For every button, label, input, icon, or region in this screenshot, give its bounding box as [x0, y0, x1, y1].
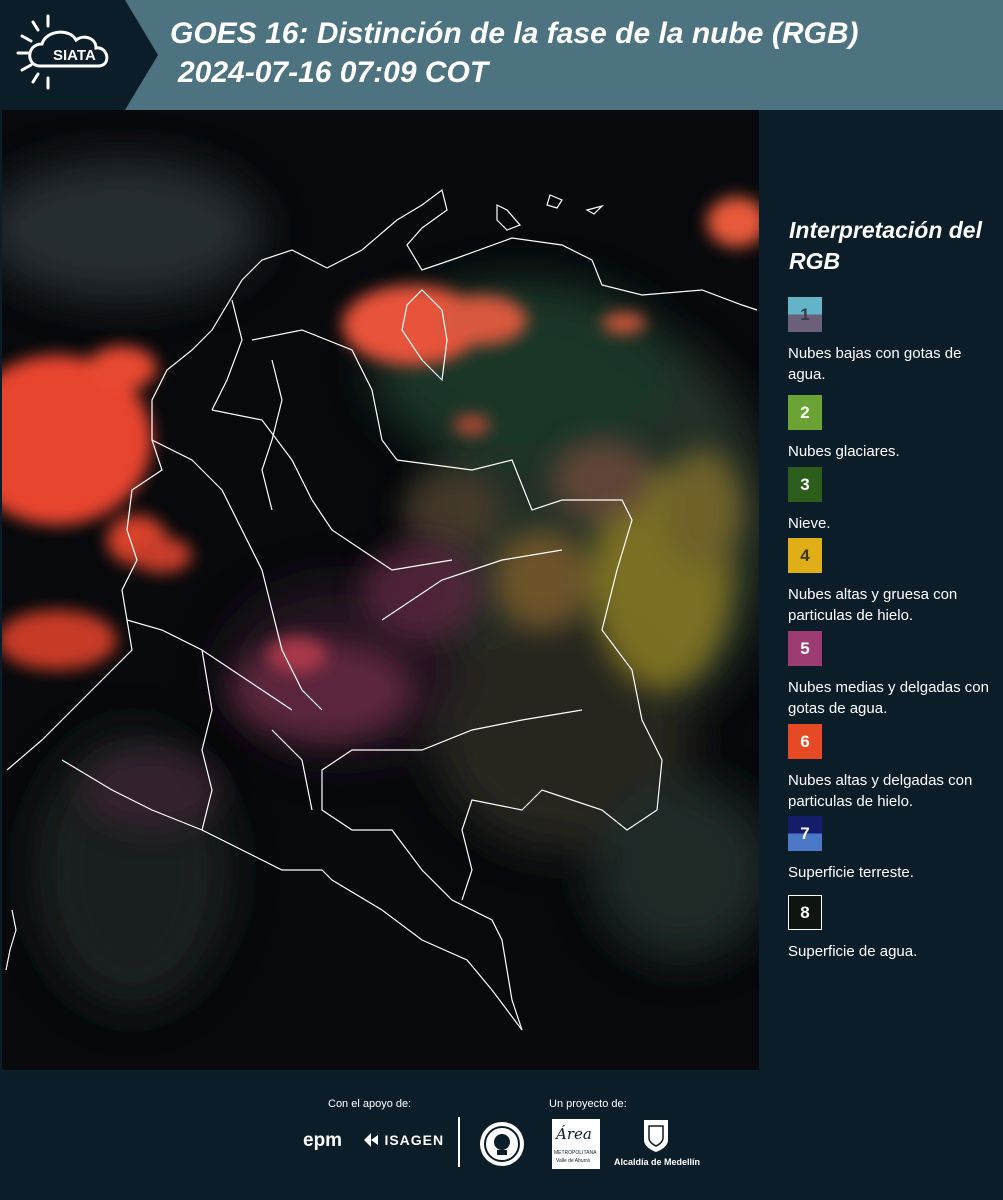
- legend-swatch-2: 2: [788, 395, 822, 430]
- area-logo-sub: METROPOLITANA: [554, 1150, 597, 1156]
- siata-logo-text: SIATA: [53, 47, 96, 64]
- legend-label: Nubes glaciares.: [788, 443, 900, 460]
- isagen-icon: [364, 1133, 378, 1147]
- legend-label: Nubes altas y gruesa con particulas de h…: [788, 586, 958, 624]
- alcaldia-shield-icon: [644, 1120, 668, 1152]
- legend-number: 3: [800, 475, 810, 494]
- header-bar: SIATA GOES 16: Distinción de la fase de …: [0, 0, 1003, 110]
- timestamp: 2024-07-16 07:09 COT: [178, 56, 489, 89]
- legend-swatch-1: 1: [788, 297, 822, 332]
- page-title: GOES 16: Distinción de la fase de la nub…: [170, 17, 859, 50]
- legend-swatch-8: 8: [788, 895, 822, 930]
- legend-label: Superficie de agua.: [788, 943, 918, 960]
- legend-number: 8: [800, 903, 810, 922]
- footer: Con el apoyo de: Un proyecto de: epm ISA…: [0, 1070, 1003, 1200]
- legend-number: 1: [800, 305, 810, 324]
- legend-number: 4: [800, 546, 810, 565]
- legend-number: 7: [800, 824, 810, 843]
- siata-logo: SIATA: [0, 0, 160, 110]
- seal-icon: [480, 1122, 524, 1166]
- isagen-logo-text: ISAGEN: [384, 1132, 445, 1148]
- epm-logo: epm: [303, 1130, 342, 1152]
- seal-logo: [478, 1120, 526, 1173]
- legend-swatch-6: 6: [788, 724, 822, 759]
- legend-label: Nubes medias y delgadas con gotas de agu…: [788, 679, 989, 717]
- legend-swatch-7: 7: [788, 816, 822, 851]
- legend-panel: Interpretación del RGB 1 Nubes bajas con …: [760, 110, 1003, 1070]
- legend-label: Superficie terreste.: [788, 864, 914, 881]
- legend-swatch-5: 5: [788, 631, 822, 666]
- area-metropolitana-logo: Área METROPOLITANA Valle de Aburrá: [552, 1119, 600, 1169]
- isagen-logo: ISAGEN: [362, 1131, 444, 1149]
- area-logo-text: Área: [556, 1125, 592, 1143]
- support-label: Con el apoyo de:: [328, 1098, 412, 1110]
- legend-label: Nubes bajas con gotas de agua.: [788, 345, 962, 383]
- legend-title: Interpretación del RGB: [789, 217, 982, 274]
- alcaldia-logo: Alcaldía de Medellín: [612, 1118, 702, 1167]
- legend-number: 6: [800, 732, 810, 751]
- project-label: Un proyecto de:: [549, 1098, 627, 1110]
- footer-separator: [458, 1117, 460, 1167]
- legend-label: Nieve.: [788, 515, 831, 532]
- legend-swatch-4: 4: [788, 538, 822, 573]
- satellite-map: [2, 110, 759, 1070]
- epm-logo-text: epm: [303, 1130, 343, 1151]
- area-logo-sub2: Valle de Aburrá: [556, 1158, 590, 1164]
- legend-label: Nubes altas y delgadas con particulas de…: [788, 772, 973, 810]
- legend-number: 5: [800, 639, 810, 658]
- legend-swatch-3: 3: [788, 467, 822, 502]
- legend-number: 2: [800, 403, 810, 422]
- alcaldia-logo-text: Alcaldía de Medellín: [613, 1157, 701, 1167]
